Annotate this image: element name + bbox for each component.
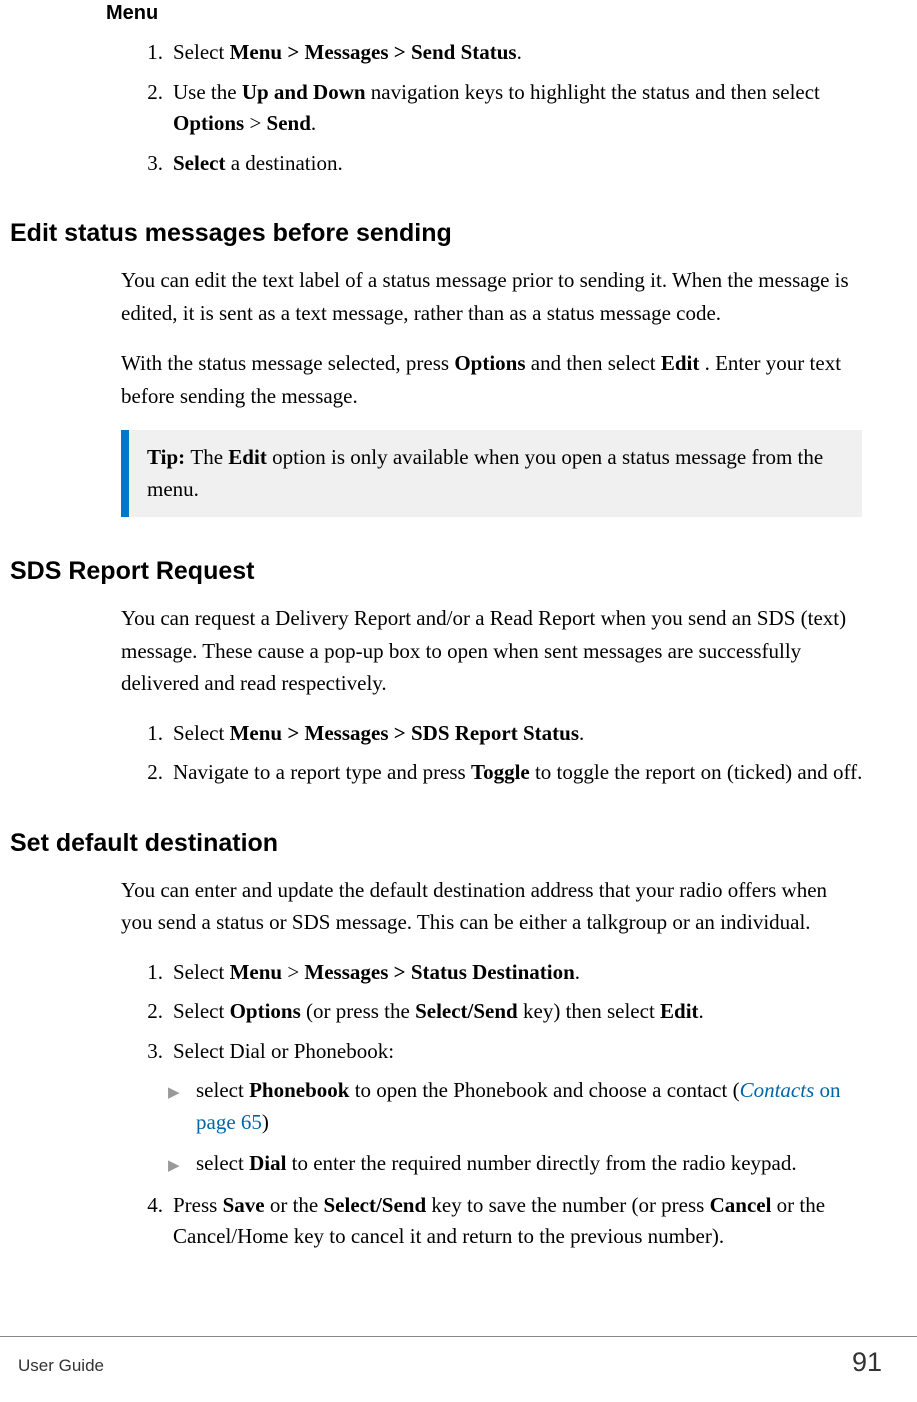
link-title: Contacts bbox=[740, 1078, 815, 1102]
bold-text: Edit bbox=[661, 351, 700, 375]
bold-text: Menu > Messages > Send Status bbox=[230, 40, 517, 64]
text: The bbox=[190, 445, 228, 469]
text: > bbox=[282, 960, 304, 984]
heading-set-default: Set default destination bbox=[10, 829, 882, 858]
sds-steps-list: Select Menu > Messages > SDS Report Stat… bbox=[145, 718, 882, 789]
bold-text: Toggle bbox=[471, 760, 530, 784]
bold-text: Menu bbox=[230, 960, 283, 984]
text: navigation keys to highlight the status … bbox=[366, 80, 820, 104]
list-item: Press Save or the Select/Send key to sav… bbox=[145, 1190, 882, 1253]
bold-text: Options bbox=[173, 111, 244, 135]
list-item: Select Options (or press the Select/Send… bbox=[145, 996, 882, 1028]
heading-sds-report: SDS Report Request bbox=[10, 557, 882, 586]
text: . bbox=[311, 111, 316, 135]
bold-text: Select/Send bbox=[415, 999, 518, 1023]
text: Use the bbox=[173, 80, 242, 104]
sub-list: ▶ select Phonebook to open the Phonebook… bbox=[168, 1075, 882, 1180]
text: . bbox=[579, 721, 584, 745]
text: (or press the bbox=[301, 999, 415, 1023]
heading-menu: Menu bbox=[106, 2, 882, 25]
bold-text: Edit bbox=[228, 445, 267, 469]
tip-label: Tip: bbox=[147, 445, 190, 469]
text: With the status message selected, press bbox=[121, 351, 454, 375]
list-item: Select Dial or Phonebook: ▶ select Phone… bbox=[145, 1036, 882, 1180]
text: Select bbox=[173, 721, 230, 745]
bold-text: Phonebook bbox=[249, 1078, 349, 1102]
tip-callout: Tip: The Edit option is only available w… bbox=[121, 430, 862, 517]
bold-text: Up and Down bbox=[242, 80, 366, 104]
text: Select Dial or Phonebook: bbox=[173, 1039, 394, 1063]
list-item: Select Menu > Messages > Send Status. bbox=[145, 37, 882, 69]
bold-text: Options bbox=[230, 999, 301, 1023]
bold-text: Options bbox=[454, 351, 525, 375]
bold-text: Messages > Status Destination bbox=[304, 960, 574, 984]
dest-steps-list: Select Menu > Messages > Status Destinat… bbox=[145, 957, 882, 1253]
page-number: 91 bbox=[852, 1347, 882, 1378]
bold-text: Select/Send bbox=[324, 1193, 427, 1217]
text: Select bbox=[173, 40, 230, 64]
bold-text: Edit bbox=[660, 999, 699, 1023]
text: Navigate to a report type and press bbox=[173, 760, 471, 784]
list-item: Use the Up and Down navigation keys to h… bbox=[145, 77, 882, 140]
list-item: Select Menu > Messages > Status Destinat… bbox=[145, 957, 882, 989]
text: . bbox=[699, 999, 704, 1023]
list-item: ▶ select Dial to enter the required numb… bbox=[168, 1148, 882, 1180]
text: to open the Phonebook and choose a conta… bbox=[349, 1078, 739, 1102]
bold-text: Save bbox=[223, 1193, 265, 1217]
text: Select bbox=[173, 960, 230, 984]
heading-edit-status: Edit status messages before sending bbox=[10, 219, 882, 248]
bold-text: Dial bbox=[249, 1151, 286, 1175]
text: key to save the number (or press bbox=[426, 1193, 709, 1217]
text: select bbox=[196, 1078, 249, 1102]
text: to toggle the report on (ticked) and off… bbox=[530, 760, 863, 784]
triangle-bullet-icon: ▶ bbox=[168, 1155, 180, 1178]
bold-text: Cancel bbox=[710, 1193, 772, 1217]
text: Press bbox=[173, 1193, 223, 1217]
text: and then select bbox=[526, 351, 661, 375]
text: > bbox=[244, 111, 266, 135]
text: select bbox=[196, 1151, 249, 1175]
list-item: Select a destination. bbox=[145, 148, 882, 180]
triangle-bullet-icon: ▶ bbox=[168, 1082, 180, 1105]
text: Select bbox=[173, 999, 230, 1023]
text: key) then select bbox=[518, 999, 660, 1023]
paragraph: You can enter and update the default des… bbox=[121, 874, 862, 939]
list-item: ▶ select Phonebook to open the Phonebook… bbox=[168, 1075, 882, 1138]
bold-text: Send bbox=[267, 111, 311, 135]
text: . bbox=[517, 40, 522, 64]
list-item: Select Menu > Messages > SDS Report Stat… bbox=[145, 718, 882, 750]
paragraph: With the status message selected, press … bbox=[121, 347, 862, 412]
text: ) bbox=[262, 1110, 269, 1134]
list-item: Navigate to a report type and press Togg… bbox=[145, 757, 882, 789]
footer-title: User Guide bbox=[18, 1356, 104, 1376]
menu-steps-list: Select Menu > Messages > Send Status. Us… bbox=[145, 37, 882, 179]
text: or the bbox=[265, 1193, 324, 1217]
text: . bbox=[575, 960, 580, 984]
paragraph: You can edit the text label of a status … bbox=[121, 264, 862, 329]
text: to enter the required number directly fr… bbox=[286, 1151, 796, 1175]
bold-text: Select bbox=[173, 151, 225, 175]
paragraph: You can request a Delivery Report and/or… bbox=[121, 602, 862, 700]
page-footer: User Guide 91 bbox=[0, 1336, 917, 1378]
text: a destination. bbox=[225, 151, 342, 175]
bold-text: Menu > Messages > SDS Report Status bbox=[230, 721, 579, 745]
